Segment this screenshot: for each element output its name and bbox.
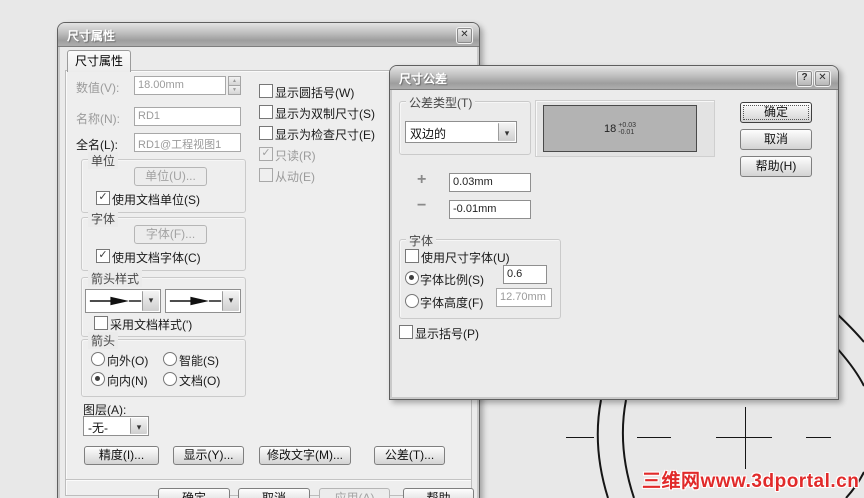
help-button[interactable]: 帮助(H) — [740, 156, 812, 177]
use-document-style-checkbox[interactable] — [94, 316, 108, 330]
dual-dimension-label: 显示为双制尺寸(S) — [275, 107, 375, 121]
arrows-document-label: 文档(O) — [179, 374, 221, 388]
arrows-outside-radio[interactable] — [91, 352, 105, 366]
tolerance-type-label: 公差类型(T) — [406, 94, 476, 111]
tolerance-type-value: 双边的 — [410, 127, 447, 141]
dimension-tolerance-dialog: 尺寸公差 ? ✕ 公差类型(T) 双边的 ▾ 18 +0.03 -0.01 确定… — [389, 65, 839, 400]
driven-checkbox — [259, 168, 273, 182]
font-group-label: 字体 — [88, 210, 119, 227]
tolerance-preview: 18 +0.03 -0.01 — [543, 105, 697, 152]
tolerance-type-combo[interactable]: 双边的 ▾ — [405, 121, 517, 143]
fullname-field[interactable]: RD1@工程视图1 — [134, 133, 241, 152]
arrows-inside-radio[interactable] — [91, 372, 105, 386]
help-button[interactable]: 帮助 — [403, 488, 474, 498]
arrow-style-combo-right[interactable]: ▾ — [165, 289, 241, 313]
readonly-checkbox: ✓ — [259, 147, 273, 161]
arrow-style-combo-left[interactable]: ▾ — [85, 289, 161, 313]
font-scale-field[interactable]: 0.6 — [503, 265, 547, 284]
use-document-units-label: 使用文档单位(S) — [112, 193, 200, 207]
chevron-down-icon[interactable]: ▾ — [130, 418, 147, 434]
close-icon[interactable]: ✕ — [456, 27, 473, 44]
dimension-tolerance-titlebar[interactable]: 尺寸公差 ? ✕ — [390, 66, 838, 90]
preview-lower-tolerance: -0.01 — [618, 128, 635, 136]
drawing-workspace: 三维网www.3dportal.cn 尺寸属性 ✕ 尺寸属性 数值(V): 18… — [0, 0, 864, 498]
dual-dimension-checkbox[interactable] — [259, 105, 273, 119]
font-height-label: 字体高度(F) — [420, 296, 484, 310]
arrow-style-icon — [89, 296, 142, 306]
fullname-label: 全名(L): — [76, 138, 119, 152]
help-icon[interactable]: ? — [796, 70, 813, 87]
display-button[interactable]: 显示(Y)... — [173, 446, 244, 465]
cancel-button[interactable]: 取消 — [238, 488, 310, 498]
show-parentheses-label: 显示圆括号(W) — [275, 86, 355, 100]
inspection-dimension-checkbox[interactable] — [259, 126, 273, 140]
value-field[interactable]: 18.00mm — [134, 76, 226, 95]
show-parentheses-checkbox[interactable] — [399, 325, 413, 339]
preview-base-value: 18 — [604, 122, 617, 135]
preview-upper-tolerance: +0.03 — [618, 121, 636, 129]
chevron-down-icon[interactable]: ▾ — [222, 291, 239, 311]
arrow-style-group-label: 箭头样式 — [88, 270, 143, 287]
readonly-label: 只读(R) — [275, 149, 316, 163]
layer-combo[interactable]: -无- ▾ — [83, 416, 149, 436]
font-height-field: 12.70mm — [496, 288, 552, 307]
inspection-dimension-label: 显示为检查尺寸(E) — [275, 128, 375, 142]
use-document-style-label: 采用文档样式(') — [110, 318, 193, 332]
arrows-outside-label: 向外(O) — [107, 354, 149, 368]
font-height-radio[interactable] — [405, 294, 419, 308]
name-field[interactable]: RD1 — [134, 107, 241, 126]
modify-text-button[interactable]: 修改文字(M)... — [259, 446, 351, 465]
ok-button[interactable]: 确定 — [158, 488, 230, 498]
show-parentheses-checkbox[interactable] — [259, 84, 273, 98]
precision-button[interactable]: 精度(I)... — [84, 446, 159, 465]
plus-tolerance-field[interactable]: 0.03mm — [449, 173, 531, 192]
use-document-units-checkbox[interactable]: ✓ — [96, 191, 110, 205]
use-dimension-font-checkbox[interactable] — [405, 249, 419, 263]
use-document-font-label: 使用文档字体(C) — [112, 251, 201, 265]
arrows-document-radio[interactable] — [163, 372, 177, 386]
watermark: 三维网www.3dportal.cn — [642, 471, 860, 492]
units-button[interactable]: 单位(U)... — [134, 167, 207, 186]
separator — [66, 479, 471, 481]
arrows-smart-label: 智能(S) — [179, 354, 219, 368]
layer-value: -无- — [88, 421, 108, 435]
driven-label: 从动(E) — [275, 170, 315, 184]
arrows-inside-label: 向内(N) — [107, 374, 148, 388]
ok-button[interactable]: 确定 — [740, 102, 812, 123]
use-document-font-checkbox[interactable]: ✓ — [96, 249, 110, 263]
minus-sign: − — [417, 197, 427, 214]
chevron-down-icon[interactable]: ▾ — [498, 123, 515, 141]
dialog-title: 尺寸公差 — [399, 72, 448, 86]
preview-tolerance-stack: +0.03 -0.01 — [618, 122, 636, 136]
tolerance-font-group-label: 字体 — [406, 232, 437, 249]
cancel-button[interactable]: 取消 — [740, 129, 812, 150]
value-label: 数值(V): — [76, 81, 120, 95]
font-scale-radio[interactable] — [405, 271, 419, 285]
dialog-title: 尺寸属性 — [67, 29, 116, 43]
dimension-properties-titlebar[interactable]: 尺寸属性 ✕ — [58, 23, 479, 47]
close-icon[interactable]: ✕ — [814, 70, 831, 87]
tab-dimension-properties[interactable]: 尺寸属性 — [67, 50, 131, 72]
plus-sign: + — [417, 171, 427, 188]
apply-button: 应用(A) — [319, 488, 390, 498]
arrows-smart-radio[interactable] — [163, 352, 177, 366]
tolerance-button[interactable]: 公差(T)... — [374, 446, 445, 465]
name-label: 名称(N): — [76, 112, 120, 126]
units-group-label: 单位 — [88, 152, 119, 169]
chevron-down-icon[interactable]: ▾ — [142, 291, 159, 311]
font-scale-label: 字体比例(S) — [420, 273, 484, 287]
use-dimension-font-label: 使用尺寸字体(U) — [421, 251, 510, 265]
arrow-style-icon — [169, 296, 222, 306]
font-button[interactable]: 字体(F)... — [134, 225, 207, 244]
arrows-group-label: 箭头 — [88, 332, 119, 349]
spinner-down-button[interactable]: ▼ — [228, 85, 241, 95]
minus-tolerance-field[interactable]: -0.01mm — [449, 200, 531, 219]
show-parentheses-label: 显示括号(P) — [415, 327, 479, 341]
